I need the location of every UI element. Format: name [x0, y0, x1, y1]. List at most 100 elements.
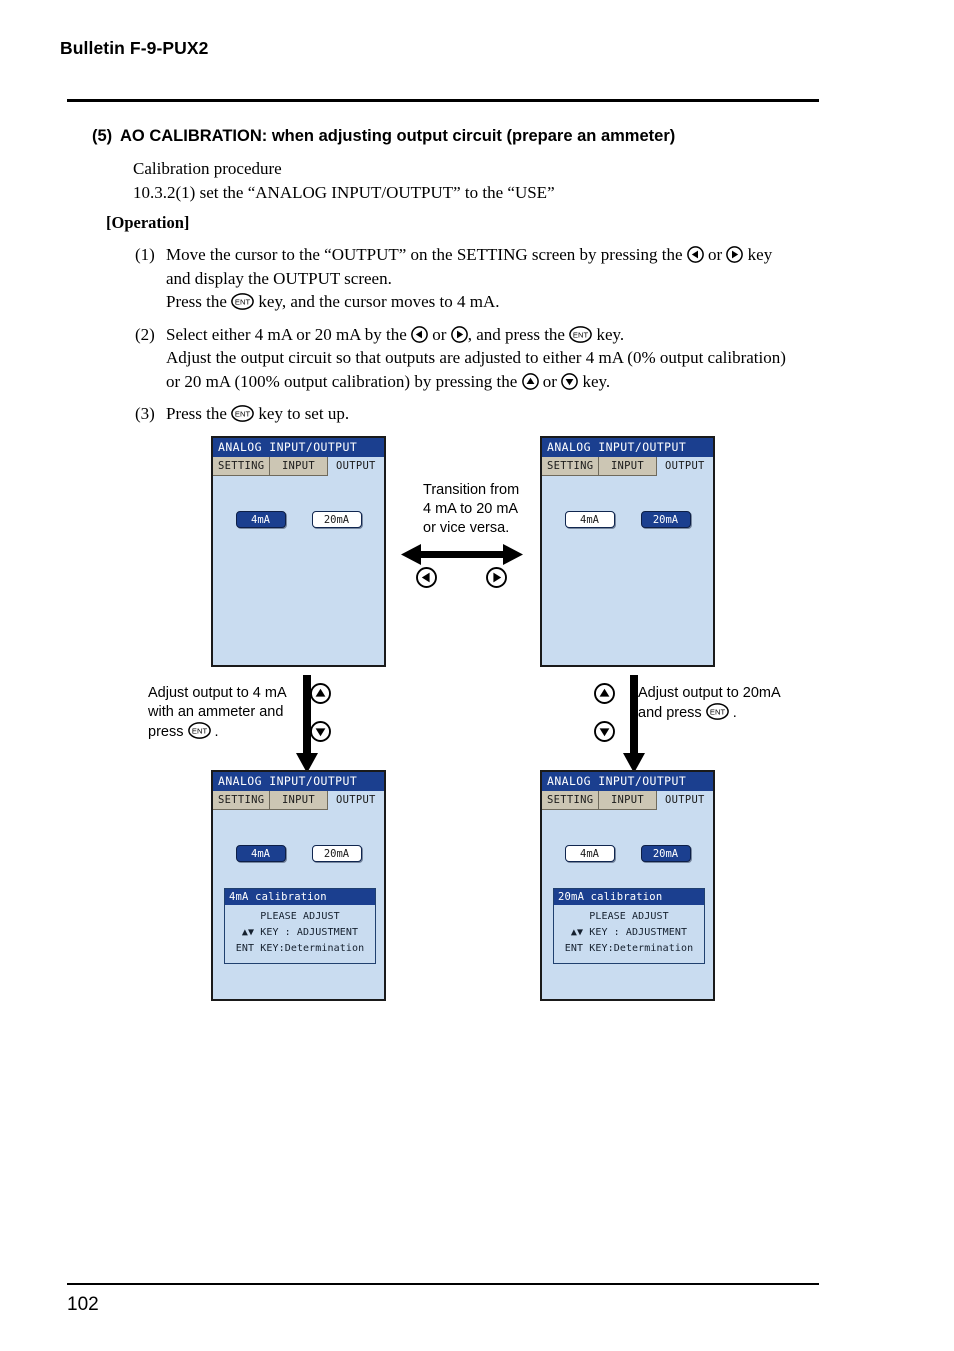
- calibration-dialog-body: PLEASE ADJUST ▲▼ KEY : ADJUSTMENT ENT KE…: [225, 905, 375, 963]
- calibration-dialog-body: PLEASE ADJUST ▲▼ KEY : ADJUSTMENT ENT KE…: [554, 905, 704, 963]
- lcd-tab-bar: SETTING INPUT OUTPUT: [542, 791, 713, 810]
- step-1-line-3: Press the ENT key, and the cursor moves …: [166, 290, 835, 314]
- step-2-text-e: or 20 mA (100% output calibration) by pr…: [166, 371, 522, 391]
- header-rule: [67, 99, 819, 102]
- section-title: AO CALIBRATION: when adjusting output ci…: [120, 127, 676, 145]
- transition-line-3: or vice versa.: [423, 520, 510, 536]
- tab-output[interactable]: OUTPUT: [327, 791, 384, 810]
- step-1-line-1: Move the cursor to the “OUTPUT” on the S…: [166, 243, 835, 267]
- up-arrow-key-icon: [594, 683, 615, 709]
- right-arrow-key-icon: [450, 325, 468, 343]
- step-2-text-c: , and press the: [467, 324, 570, 344]
- left-adjust-text-b: .: [210, 724, 219, 740]
- procedure-line-2: 10.3.2(1) set the “ANALOG INPUT/OUTPUT” …: [133, 183, 555, 202]
- ma-button-row: 4mA 20mA: [213, 511, 384, 528]
- right-adjust-note: Adjust output to 20mA and press ENT .: [638, 684, 828, 723]
- calibration-dialog-title: 4mA calibration: [225, 889, 375, 905]
- step-1-marker: (1): [135, 245, 155, 264]
- footer-rule: [67, 1283, 819, 1285]
- svg-text:ENT: ENT: [191, 727, 207, 736]
- tab-input[interactable]: INPUT: [270, 791, 328, 810]
- tab-setting[interactable]: SETTING: [542, 457, 600, 476]
- svg-text:ENT: ENT: [573, 330, 589, 339]
- step-2-text-b: or: [428, 324, 451, 344]
- ent-key-icon: ENT: [569, 325, 593, 343]
- step-2-text-a: Select either 4 mA or 20 mA by the: [166, 324, 412, 344]
- calibration-line-3: ENT KEY:Determination: [235, 943, 365, 954]
- left-arrow-key-icon: [686, 246, 704, 263]
- lcd-tab-bar: SETTING INPUT OUTPUT: [213, 457, 384, 476]
- ent-key-icon: ENT: [231, 293, 255, 310]
- down-arrow-key-icon: [594, 721, 615, 747]
- calibration-line-3: ENT KEY:Determination: [564, 943, 694, 954]
- calibration-line-2: ▲▼ KEY : ADJUSTMENT: [570, 927, 688, 938]
- svg-text:ENT: ENT: [710, 708, 726, 717]
- ma-button-row: 4mA 20mA: [542, 511, 713, 528]
- tab-setting[interactable]: SETTING: [213, 791, 271, 810]
- ent-key-icon: ENT: [705, 703, 729, 720]
- tab-input[interactable]: INPUT: [599, 457, 657, 476]
- lcd-tab-bar: SETTING INPUT OUTPUT: [213, 791, 384, 810]
- step-1-text-e: key, and the cursor moves to 4 mA.: [254, 292, 500, 311]
- button-4ma[interactable]: 4mA: [564, 845, 615, 862]
- step-2-line-1: Select either 4 mA or 20 mA by the or , …: [166, 323, 835, 347]
- step-1-text-c: key: [743, 245, 773, 264]
- svg-text:ENT: ENT: [235, 298, 251, 307]
- tab-output[interactable]: OUTPUT: [656, 791, 713, 810]
- tab-output[interactable]: OUTPUT: [656, 457, 713, 476]
- running-head: Bulletin F-9-PUX2: [60, 38, 209, 58]
- calibration-dialog: 4mA calibration PLEASE ADJUST ▲▼ KEY : A…: [224, 888, 376, 964]
- button-4ma[interactable]: 4mA: [235, 511, 286, 528]
- right-adjust-text-a: and press: [638, 705, 706, 721]
- ent-key-icon: ENT: [231, 405, 255, 422]
- transition-line-2: 4 mA to 20 mA: [423, 501, 519, 517]
- ma-button-row: 4mA 20mA: [542, 845, 713, 862]
- left-arrow-key-icon: [411, 325, 428, 343]
- step-2: (2) Select either 4 mA or 20 mA by the o…: [135, 323, 835, 394]
- transition-note: Transition from 4 mA to 20 mA or vice ve…: [423, 481, 543, 538]
- operation-steps: (1) Move the cursor to the “OUTPUT” on t…: [135, 243, 835, 435]
- tab-output[interactable]: OUTPUT: [327, 457, 384, 476]
- tab-setting[interactable]: SETTING: [213, 457, 271, 476]
- step-2-line-3: or 20 mA (100% output calibration) by pr…: [166, 370, 835, 394]
- calibration-dialog: 20mA calibration PLEASE ADJUST ▲▼ KEY : …: [553, 888, 705, 964]
- svg-text:ENT: ENT: [235, 410, 251, 419]
- up-arrow-key-icon: [521, 372, 539, 390]
- ent-key-icon: ENT: [187, 722, 211, 739]
- button-20ma[interactable]: 20mA: [311, 511, 362, 528]
- button-4ma[interactable]: 4mA: [564, 511, 615, 528]
- lcd-title: ANALOG INPUT/OUTPUT: [542, 772, 713, 791]
- calibration-line-1: PLEASE ADJUST: [589, 911, 669, 922]
- lcd-title: ANALOG INPUT/OUTPUT: [213, 772, 384, 791]
- step-1-text-a: Move the cursor to the “OUTPUT” on the S…: [166, 245, 687, 264]
- button-20ma[interactable]: 20mA: [640, 511, 691, 528]
- button-4ma[interactable]: 4mA: [235, 845, 286, 862]
- button-20ma[interactable]: 20mA: [640, 845, 691, 862]
- tab-input[interactable]: INPUT: [270, 457, 328, 476]
- step-1-text-b: or: [703, 245, 727, 264]
- step-1-line-2: and display the OUTPUT screen.: [166, 268, 392, 288]
- section-number: (5): [92, 127, 113, 145]
- operation-label: [Operation]: [106, 213, 190, 232]
- step-2-line-2: Adjust the output circuit so that output…: [166, 348, 786, 367]
- button-20ma[interactable]: 20mA: [311, 845, 362, 862]
- tab-input[interactable]: INPUT: [599, 791, 657, 810]
- step-2-text-d: key.: [592, 324, 625, 344]
- lcd-screen-bottom-left: ANALOG INPUT/OUTPUT SETTING INPUT OUTPUT…: [211, 770, 386, 1001]
- calibration-dialog-title: 20mA calibration: [554, 889, 704, 905]
- step-3-text-b: key to set up.: [254, 404, 350, 423]
- calibration-line-2: ▲▼ KEY : ADJUSTMENT: [241, 927, 359, 938]
- right-adjust-line-2: and press ENT .: [638, 703, 828, 723]
- lcd-screen-top-left: ANALOG INPUT/OUTPUT SETTING INPUT OUTPUT…: [211, 436, 386, 667]
- lcd-body: 4mA 20mA: [213, 476, 384, 665]
- up-arrow-key-icon: [310, 683, 331, 709]
- tab-setting[interactable]: SETTING: [542, 791, 600, 810]
- page-number: 102: [67, 1294, 99, 1315]
- left-adjust-text-a: press: [148, 724, 188, 740]
- right-adjust-text-b: .: [728, 705, 737, 721]
- step-3-marker: (3): [135, 404, 155, 423]
- page-title: (5) AO CALIBRATION: when adjusting output…: [92, 127, 852, 146]
- lcd-body: 4mA 20mA: [542, 476, 713, 665]
- left-updown-keys: [310, 683, 331, 759]
- right-arrow-key-icon: [726, 246, 744, 263]
